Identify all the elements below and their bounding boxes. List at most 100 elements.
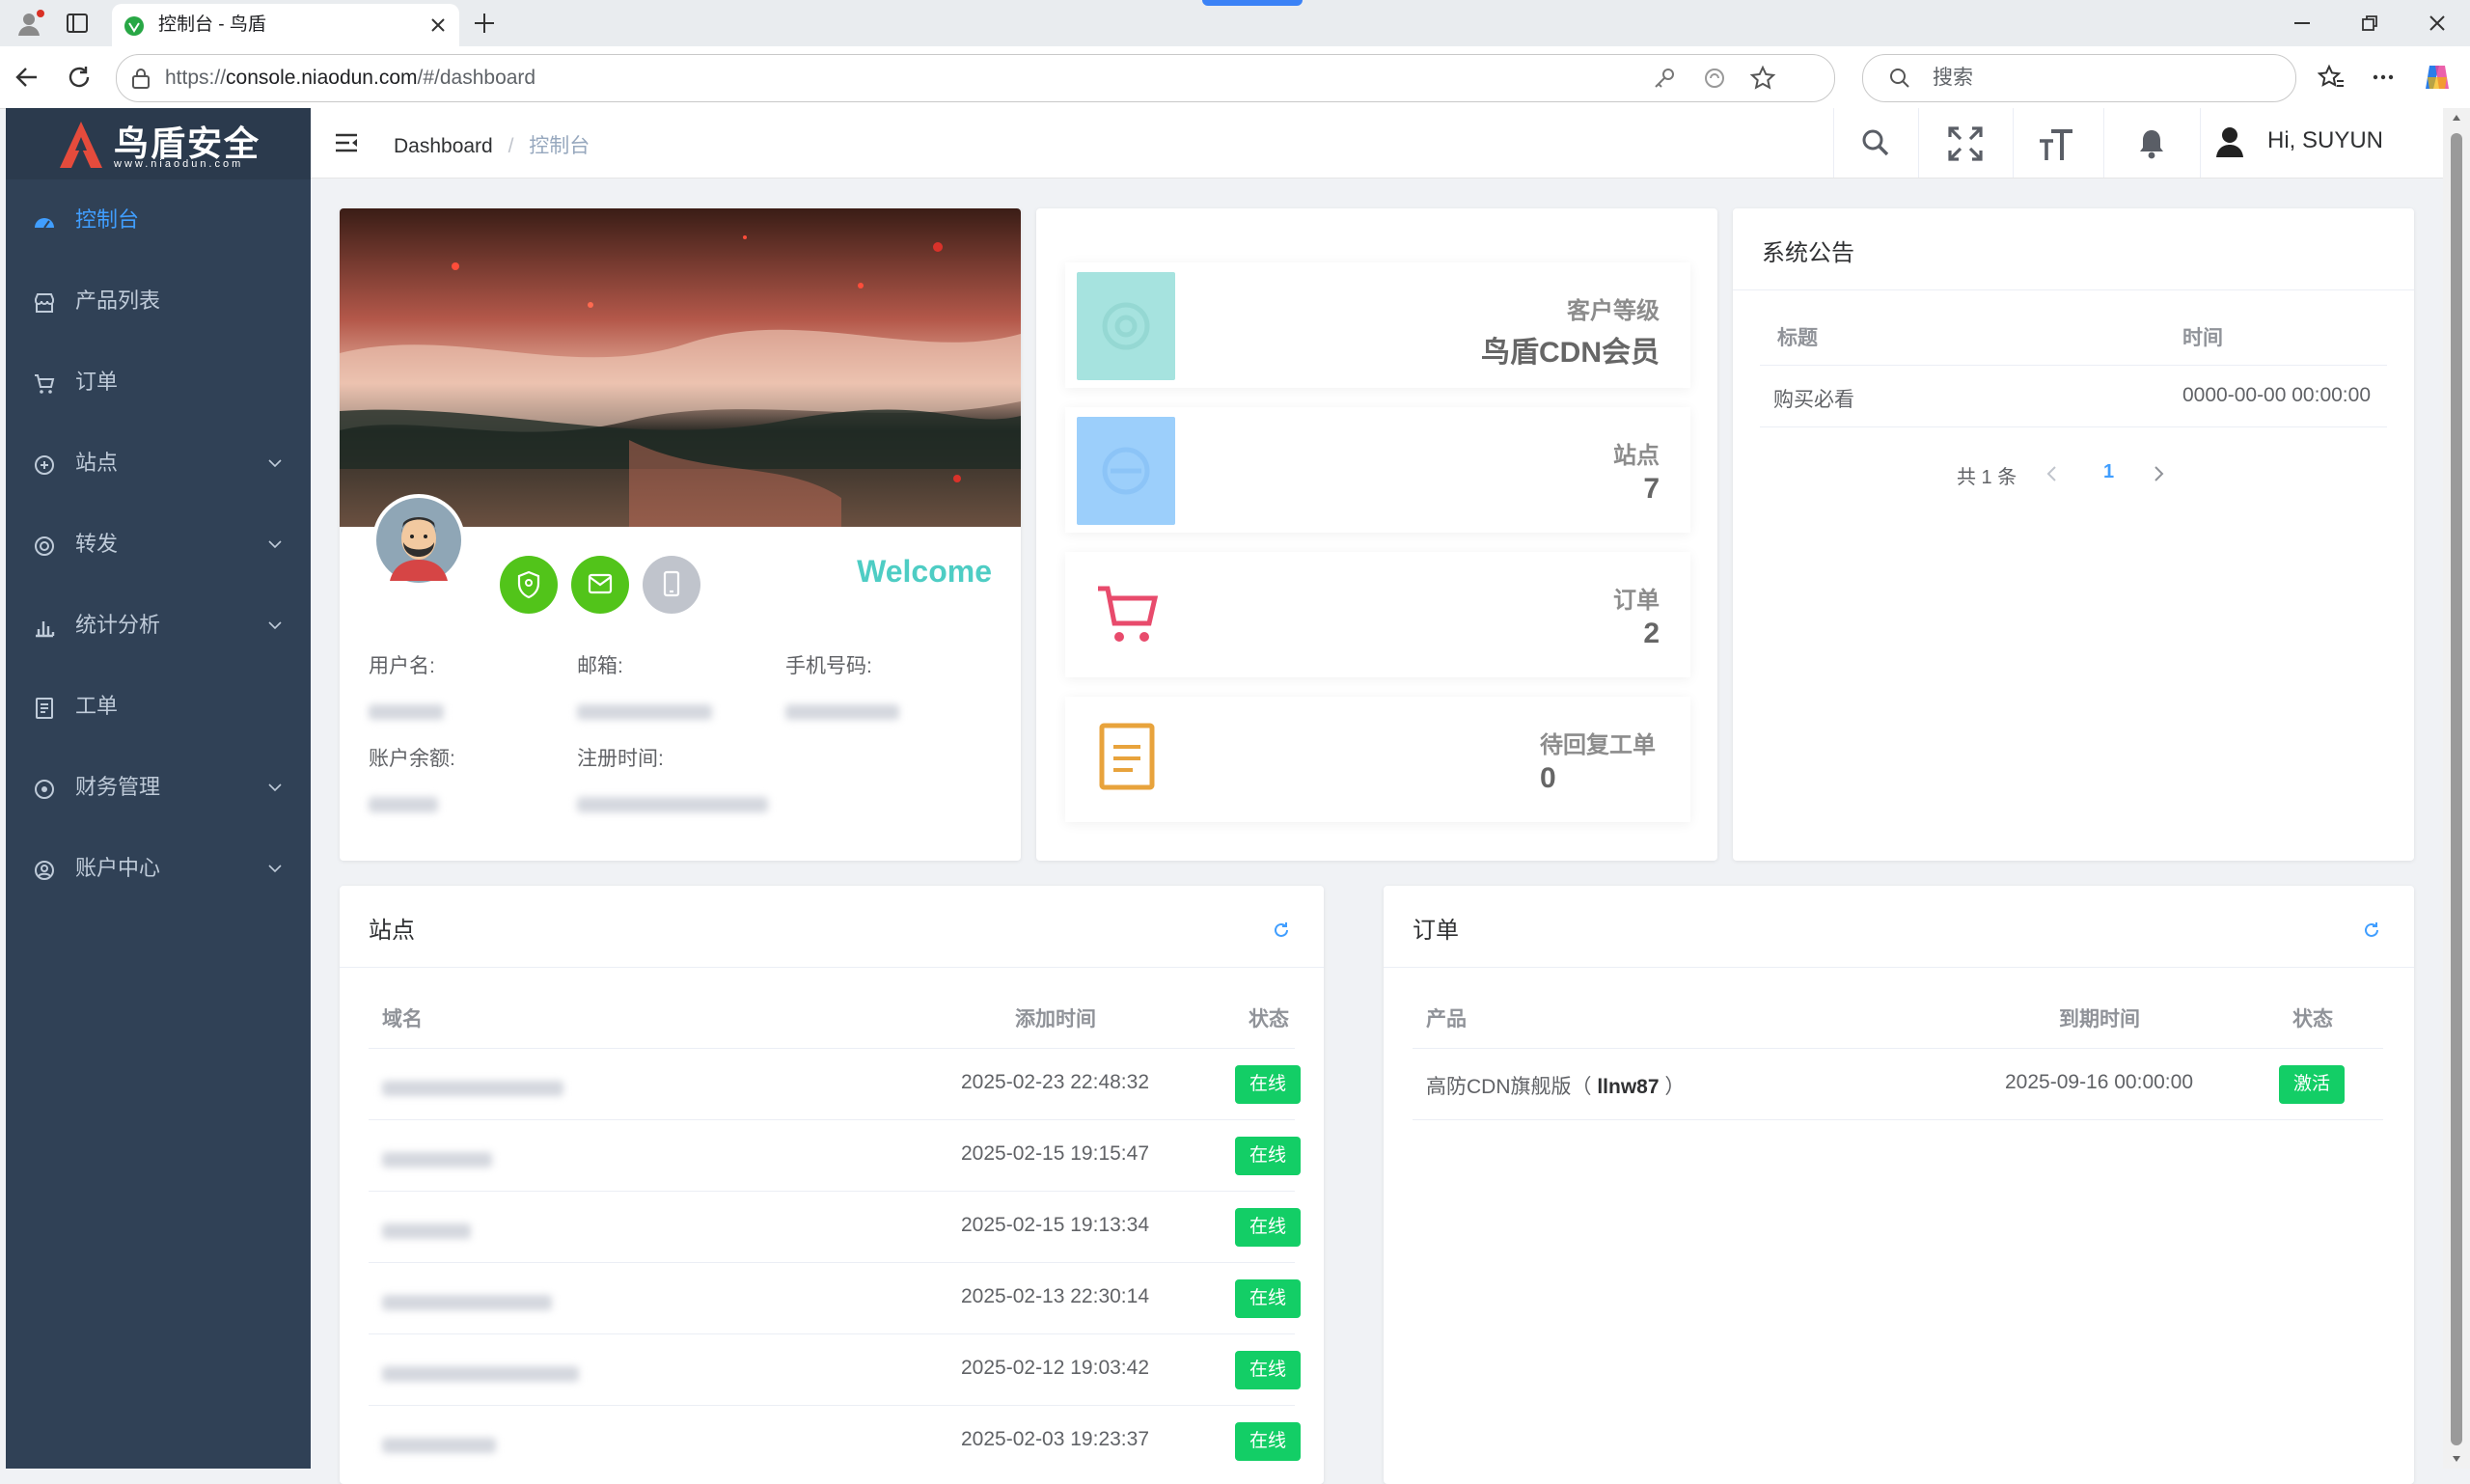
stat-value: 7 (1643, 473, 1660, 505)
row-divider (1413, 1119, 2383, 1120)
site-domain-redacted (382, 1295, 552, 1310)
stat-orders[interactable]: 订单 2 (1065, 552, 1690, 677)
scroll-down-icon[interactable] (2452, 1455, 2461, 1463)
sidebar-item-sites[interactable]: 站点 (6, 423, 311, 504)
favorite-star-icon[interactable] (1749, 65, 1776, 92)
stat-customer-level[interactable]: 客户等级 鸟盾CDN会员 (1065, 262, 1690, 388)
favorites-icon[interactable] (2318, 64, 2345, 91)
back-icon[interactable] (14, 64, 41, 91)
sidebar-item-finance[interactable]: 财务管理 (6, 747, 311, 828)
site-domain-redacted (382, 1366, 579, 1382)
status-badge: 在线 (1235, 1422, 1301, 1461)
stats-card: 客户等级 鸟盾CDN会员 站点 7 订单 2 待回复工单 0 (1036, 208, 1717, 861)
more-options-icon[interactable] (2372, 73, 2395, 81)
username-value-redacted (369, 704, 444, 720)
order-expire-time: 2025-09-16 00:00:00 (2005, 1071, 2193, 1093)
phone-unverified-icon[interactable] (643, 556, 700, 614)
phone-label: 手机号码: (785, 655, 872, 677)
header-divider (1918, 108, 1919, 178)
address-bar[interactable]: https://console.niaodun.com/#/dashboard (116, 54, 1835, 102)
reload-icon[interactable] (66, 64, 93, 91)
sidebar-item-products[interactable]: 产品列表 (6, 261, 311, 342)
brand-logo[interactable]: 鸟盾安全 www.niaodun.com (6, 108, 311, 179)
window-close-icon[interactable] (2428, 14, 2447, 33)
fullscreen-icon[interactable] (1947, 125, 1984, 162)
status-badge: 在线 (1235, 1065, 1301, 1104)
stat-label: 站点 (1613, 443, 1660, 469)
page-scrollbar[interactable] (2443, 108, 2470, 1469)
copilot-icon[interactable] (2422, 62, 2453, 93)
card-divider (340, 967, 1324, 968)
hamburger-icon[interactable] (334, 131, 359, 154)
url-text[interactable]: https://console.niaodun.com/#/dashboard (165, 55, 535, 101)
new-tab-icon[interactable] (473, 12, 496, 35)
welcome-text: Welcome (857, 554, 992, 589)
header-search-icon[interactable] (1860, 127, 1891, 158)
refresh-page-icon[interactable] (1703, 67, 1726, 90)
refresh-icon[interactable] (2362, 921, 2381, 940)
header-divider (2200, 108, 2201, 178)
tab-indicator (1202, 0, 1303, 6)
sites-col-added: 添加时间 (1015, 1008, 1096, 1031)
pagination-prev-icon[interactable] (2045, 465, 2057, 482)
pagination-current-page[interactable]: 1 (2103, 461, 2114, 483)
order-product[interactable]: 高防CDN旗舰版（ llnw87 ） (1426, 1071, 1685, 1100)
tab-actions-icon[interactable] (66, 12, 89, 35)
stat-pending-tickets[interactable]: 待回复工单 0 (1065, 697, 1690, 822)
minimize-icon[interactable] (2292, 21, 2312, 25)
scroll-up-icon[interactable] (2452, 114, 2461, 122)
sidebar-item-label: 订单 (75, 370, 119, 394)
font-size-icon[interactable] (2038, 125, 2076, 164)
sidebar-item-account[interactable]: 账户中心 (6, 828, 311, 909)
avatar[interactable] (372, 494, 465, 587)
chevron-down-icon (268, 865, 282, 872)
browser-tab[interactable]: 控制台 - 鸟盾 (112, 4, 459, 46)
password-key-icon[interactable] (1653, 67, 1676, 90)
row-divider (369, 1191, 1295, 1192)
site-icon (33, 453, 56, 477)
sidebar-item-forward[interactable]: 转发 (6, 504, 311, 585)
finance-icon (33, 778, 56, 801)
stat-label: 订单 (1613, 588, 1660, 614)
sidebar-item-label: 统计分析 (75, 613, 161, 637)
verified-identity-icon[interactable] (500, 556, 558, 614)
notice-col-title: 标题 (1777, 327, 1818, 349)
sidebar-item-label: 工单 (75, 694, 119, 718)
search-placeholder: 搜索 (1933, 67, 1973, 89)
breadcrumb: Dashboard / 控制台 (394, 130, 590, 159)
pagination-next-icon[interactable] (2154, 465, 2165, 482)
orders-title: 订单 (1413, 918, 1459, 944)
verified-email-icon[interactable] (571, 556, 629, 614)
sidebar-item-dashboard[interactable]: 控制台 (6, 179, 311, 261)
user-avatar-icon[interactable] (2215, 125, 2244, 158)
user-greeting[interactable]: Hi, SUYUN (2267, 127, 2383, 154)
scroll-thumb[interactable] (2451, 133, 2462, 1445)
notice-col-time: 时间 (2182, 327, 2223, 349)
restore-icon[interactable] (2360, 14, 2379, 33)
shopping-cart-icon (1094, 581, 1160, 646)
customer-level-icon (1077, 272, 1175, 380)
stat-sites[interactable]: 站点 7 (1065, 407, 1690, 533)
browser-search-box[interactable]: 搜索 (1862, 54, 2296, 102)
refresh-icon[interactable] (1272, 921, 1291, 940)
status-badge: 激活 (2279, 1065, 2345, 1104)
notification-bell-icon[interactable] (2136, 127, 2167, 160)
sidebar-item-label: 产品列表 (75, 289, 161, 313)
store-icon (33, 291, 56, 315)
balance-value-redacted (369, 797, 438, 812)
site-added-time: 2025-02-15 19:15:47 (961, 1142, 1149, 1165)
breadcrumb-current: 控制台 (529, 135, 590, 157)
sidebar-item-orders[interactable]: 订单 (6, 342, 311, 423)
order-code: llnw87 (1597, 1076, 1660, 1098)
sidebar-item-tickets[interactable]: 工单 (6, 666, 311, 747)
status-badge: 在线 (1235, 1208, 1301, 1247)
sidebar-item-label: 控制台 (75, 207, 140, 232)
row-divider (369, 1405, 1295, 1406)
site-info-icon[interactable] (130, 67, 151, 90)
breadcrumb-root[interactable]: Dashboard (394, 135, 493, 157)
close-tab-icon[interactable] (430, 17, 446, 33)
site-added-time: 2025-02-23 22:48:32 (961, 1071, 1149, 1093)
sidebar-item-statistics[interactable]: 统计分析 (6, 585, 311, 666)
notice-row-title[interactable]: 购买必看 (1773, 384, 1854, 413)
profile-icon[interactable] (15, 8, 46, 39)
